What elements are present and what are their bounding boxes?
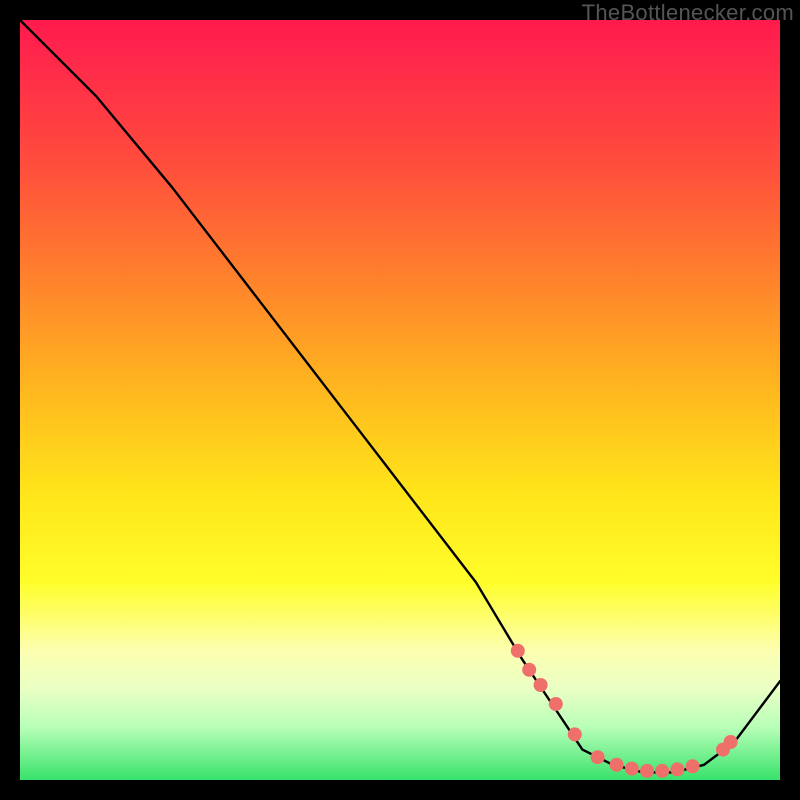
chart-frame: TheBottlenecker.com — [0, 0, 800, 800]
gradient-background — [20, 20, 780, 780]
plot-area — [20, 20, 780, 780]
